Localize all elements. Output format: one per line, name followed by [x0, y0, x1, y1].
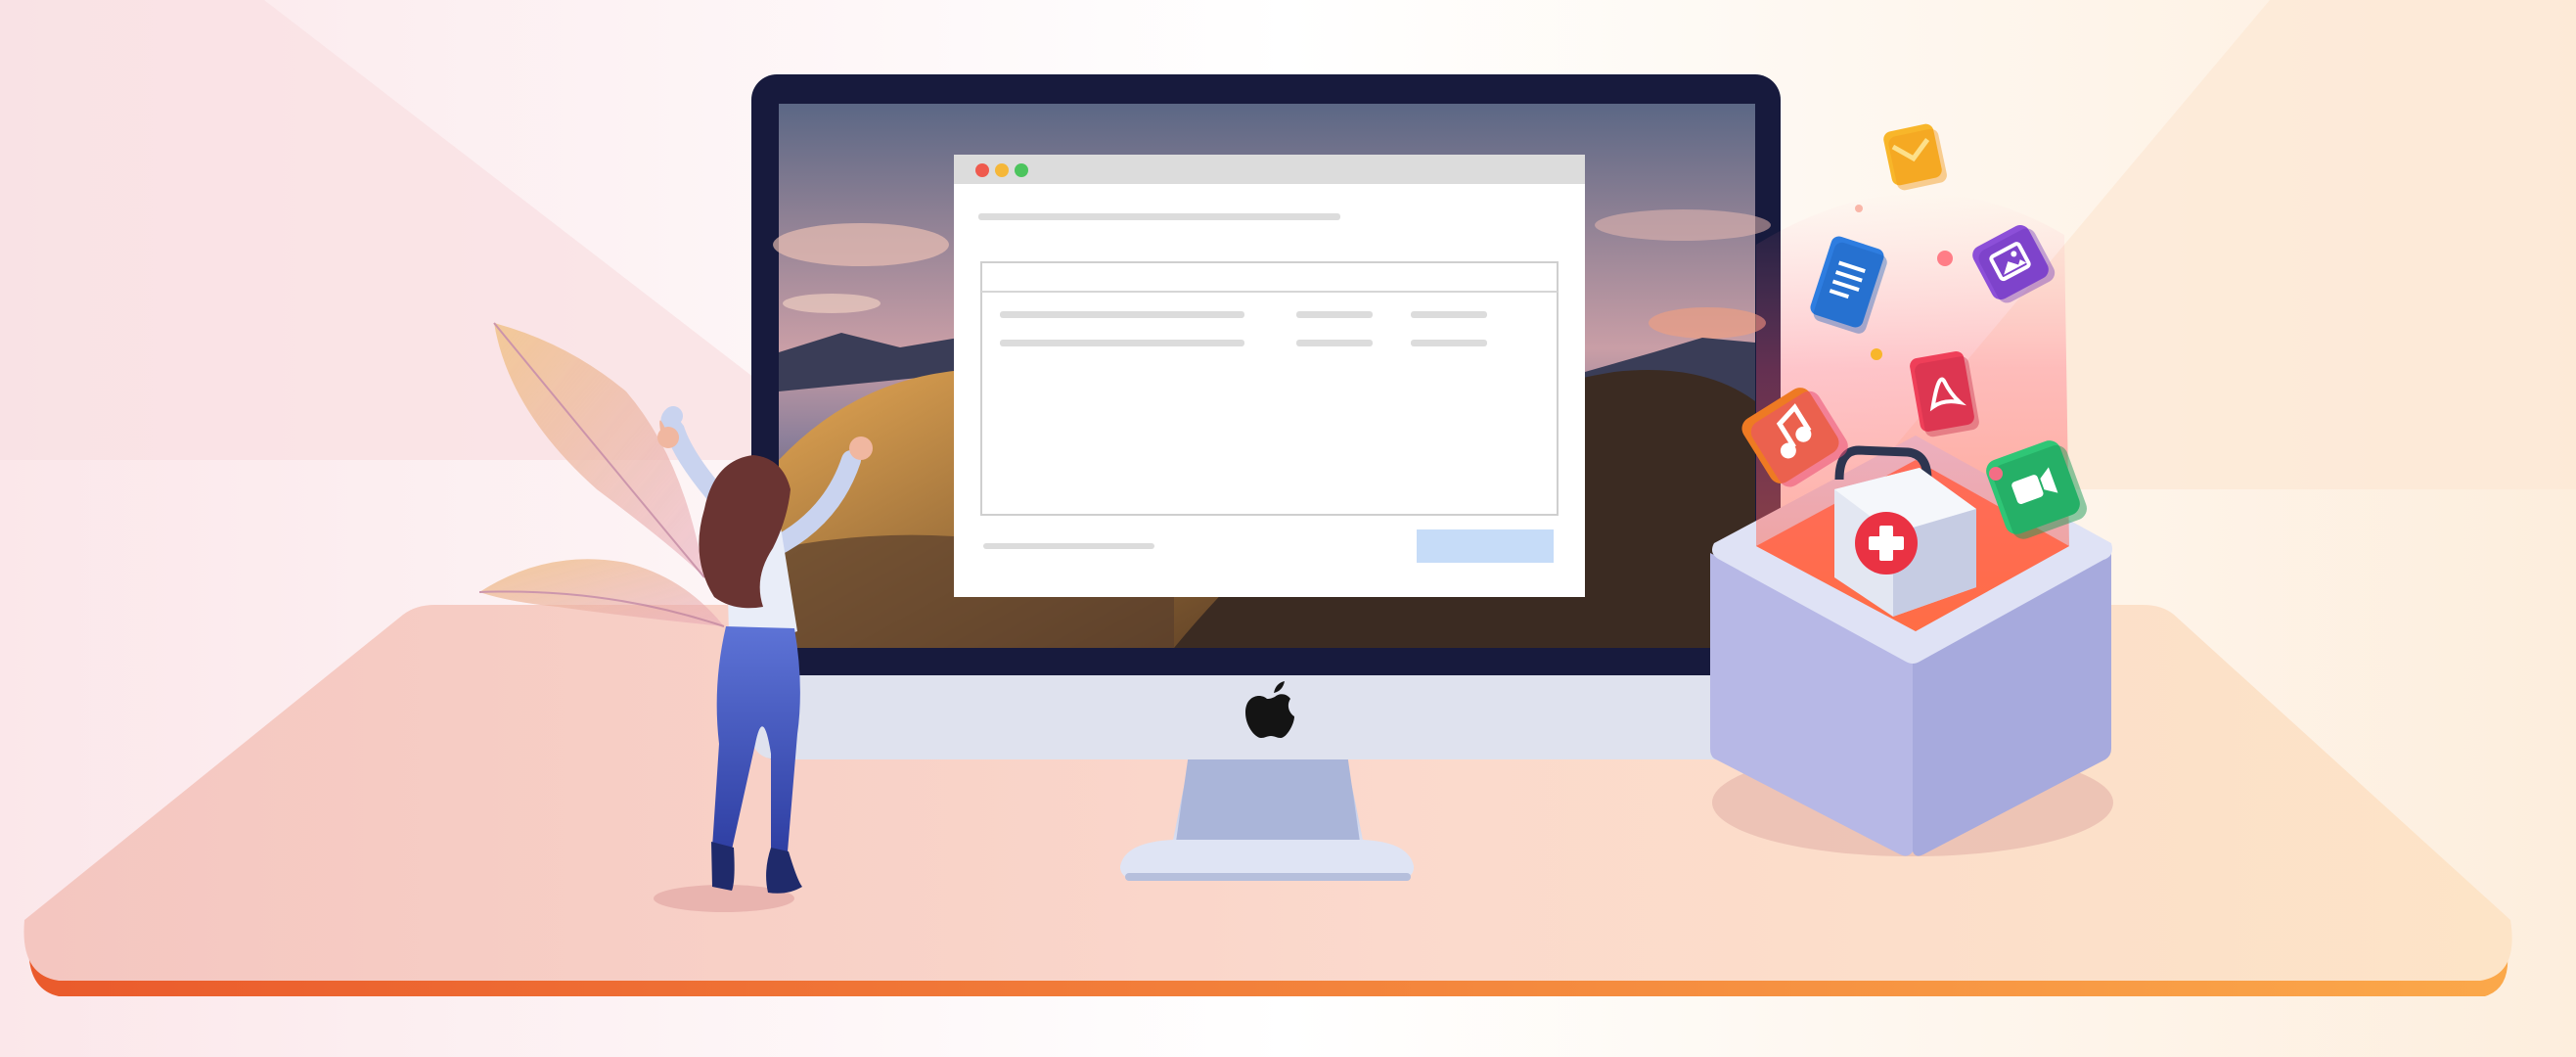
confetti-dot — [1937, 251, 1953, 266]
footer-text-placeholder — [983, 543, 1154, 549]
left-shoe — [711, 842, 735, 891]
right-hand-fist — [849, 437, 873, 460]
window-maximize-dot — [1015, 163, 1028, 177]
illustration-scene — [0, 0, 2576, 1057]
file-list-row — [1000, 311, 1487, 318]
window-heading-placeholder — [978, 213, 1340, 220]
app-window-titlebar — [954, 155, 1585, 184]
window-close-dot — [975, 163, 989, 177]
confetti-dot — [1989, 467, 2003, 481]
file-list-box — [980, 261, 1559, 516]
confetti-dot — [1871, 348, 1882, 360]
left-hand-fist — [657, 427, 679, 448]
app-window — [954, 155, 1585, 597]
file-list-row — [1000, 340, 1487, 346]
window-minimize-dot — [995, 163, 1009, 177]
confetti-dot — [1855, 205, 1863, 212]
window-action-button — [1417, 529, 1554, 563]
